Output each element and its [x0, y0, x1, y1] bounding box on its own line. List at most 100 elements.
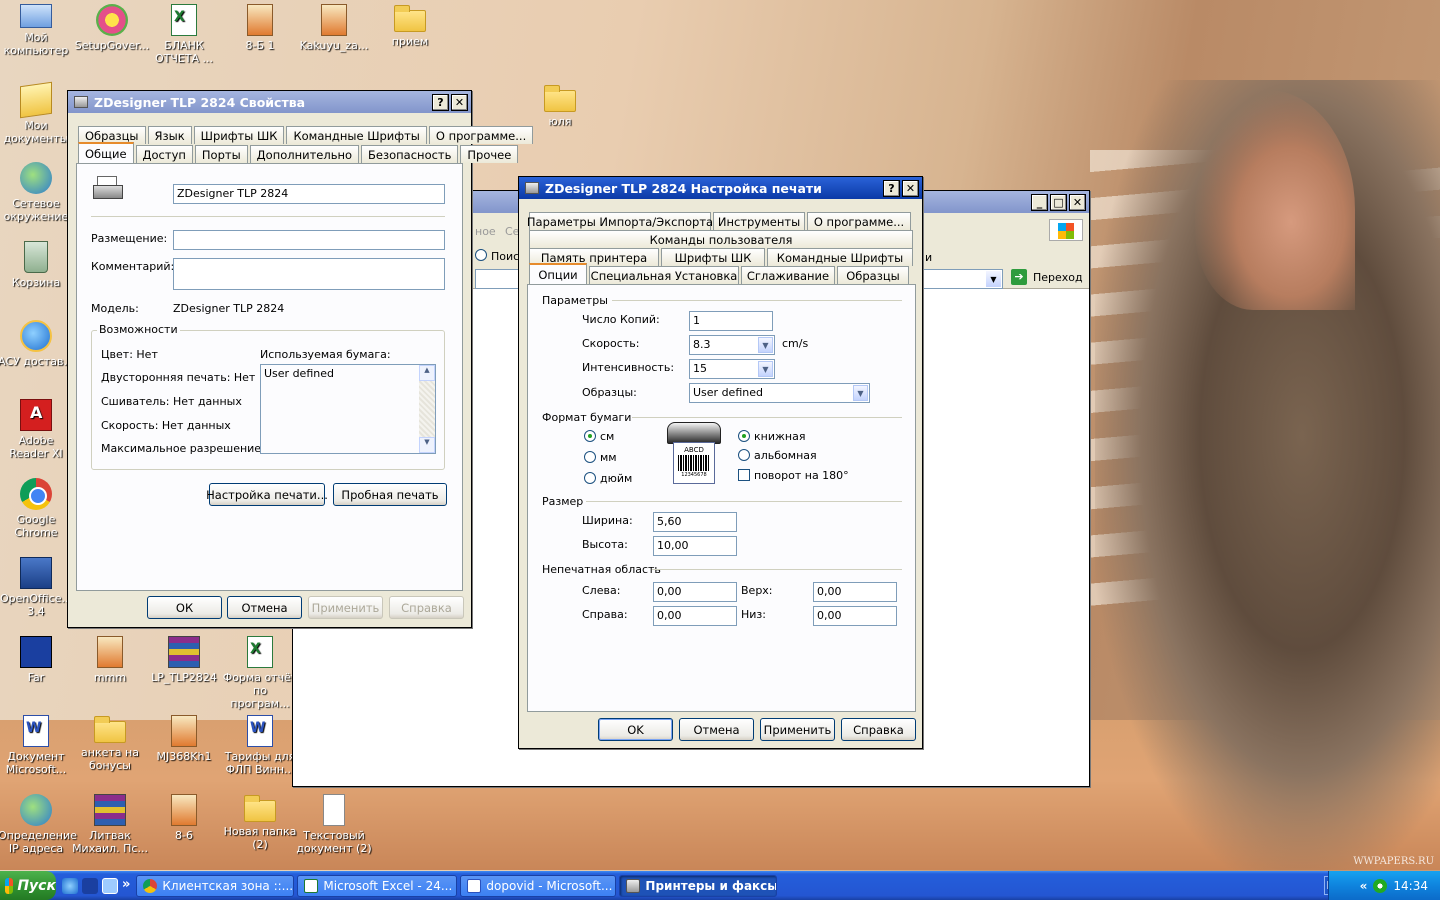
- desktop-icon[interactable]: прием: [372, 4, 448, 48]
- print-test-page-button[interactable]: Пробная печать: [333, 483, 447, 506]
- chevron-down-icon[interactable]: ▼: [853, 385, 868, 401]
- printing-preferences-button[interactable]: Настройка печати...: [206, 483, 328, 506]
- desktop-icon[interactable]: Сетевое окружение: [0, 162, 74, 223]
- search-radio[interactable]: [475, 249, 487, 261]
- portrait-radio[interactable]: [738, 430, 750, 442]
- ok-button[interactable]: ОК: [147, 596, 222, 619]
- desktop-icon[interactable]: LP_TLP2824: [146, 636, 222, 684]
- speed-select[interactable]: 8.3 ▼: [689, 335, 775, 355]
- desktop-icon[interactable]: Документ Microsoft...: [0, 715, 74, 776]
- tab-general[interactable]: Общие: [78, 142, 134, 163]
- printing-preferences-window[interactable]: ZDesigner TLP 2824 Настройка печати ? ✕ …: [518, 176, 923, 749]
- desktop-icon[interactable]: Корзина: [0, 241, 74, 289]
- desktop-icon[interactable]: Определение IP адреса: [0, 794, 77, 855]
- rotate-180-checkbox[interactable]: [738, 469, 750, 481]
- chevron-down-icon[interactable]: ▼: [758, 337, 773, 353]
- apply-button[interactable]: Применить: [308, 596, 383, 619]
- tab-about[interactable]: О программе...: [428, 126, 534, 144]
- ok-button[interactable]: OK: [598, 718, 673, 741]
- tab-command-fonts[interactable]: Командные Шрифты: [767, 248, 913, 266]
- desktop-icon[interactable]: БЛАНК ОТЧЕТА ...: [146, 4, 222, 65]
- desktop-icon[interactable]: Kakuyu_za...: [296, 4, 372, 52]
- desktop-icon[interactable]: MJ368Kh1: [146, 715, 222, 763]
- help-button[interactable]: ?: [432, 93, 449, 111]
- scroll-down-icon[interactable]: ▼: [419, 437, 435, 453]
- desktop-icon[interactable]: 8-Б 1: [222, 4, 298, 52]
- tab-language[interactable]: Язык: [147, 126, 192, 144]
- scroll-up-icon[interactable]: ▲: [419, 365, 435, 381]
- chevron-down-icon[interactable]: ▼: [758, 361, 773, 377]
- desktop-icon[interactable]: Мои документы: [0, 81, 74, 145]
- quicklaunch-chevron[interactable]: »: [122, 877, 130, 894]
- go-button[interactable]: Переход: [1033, 271, 1083, 284]
- listbox-scrollbar[interactable]: ▲ ▼: [419, 365, 435, 453]
- paper-listbox[interactable]: User defined ▲ ▼: [260, 364, 436, 454]
- apply-button[interactable]: Применить: [760, 718, 835, 741]
- tab-smoothing[interactable]: Сглаживание: [741, 266, 835, 284]
- help-footer-button[interactable]: Справка: [841, 718, 916, 741]
- tab-import-export[interactable]: Параметры Импорта/Экспорта: [527, 212, 713, 230]
- tab-sharing[interactable]: Доступ: [135, 145, 193, 163]
- landscape-radio[interactable]: [738, 449, 750, 461]
- desktop-icon[interactable]: Литвак Михаил. Пс...: [72, 794, 148, 855]
- help-footer-button[interactable]: Справка: [389, 596, 464, 619]
- close-button[interactable]: ✕: [451, 93, 468, 111]
- cancel-button[interactable]: Отмена: [227, 596, 302, 619]
- list-item[interactable]: User defined: [264, 367, 334, 380]
- go-arrow-icon[interactable]: ➔: [1011, 269, 1027, 285]
- unit-inch-radio[interactable]: [584, 472, 596, 484]
- tab-tools[interactable]: Инструменты: [713, 212, 805, 230]
- desktop-icon[interactable]: OpenOffice... 3.4: [0, 557, 74, 618]
- top-margin-input[interactable]: 0,00: [813, 582, 897, 602]
- copies-input[interactable]: 1: [689, 311, 773, 331]
- taskbar-item-printers[interactable]: Принтеры и факсы: [619, 874, 778, 897]
- width-input[interactable]: 5,60: [653, 512, 737, 532]
- right-margin-input[interactable]: 0,00: [653, 606, 737, 626]
- desktop-icon[interactable]: анкета на бонусы: [72, 715, 148, 772]
- desktop-icon[interactable]: 8-6: [146, 794, 222, 842]
- tab-options[interactable]: Опции: [529, 263, 587, 284]
- tab-user-commands[interactable]: Команды пользователя: [529, 230, 913, 248]
- desktop-icon[interactable]: Новая папка (2): [222, 794, 298, 851]
- printer-name-input[interactable]: ZDesigner TLP 2824: [173, 184, 445, 204]
- tab-samples[interactable]: Образцы: [837, 266, 909, 284]
- help-button[interactable]: ?: [883, 179, 900, 197]
- desktop-icon[interactable]: Мой компьютер: [0, 4, 74, 57]
- desktop-quicklaunch-icon[interactable]: [102, 877, 118, 894]
- desktop-icon[interactable]: SetupGover...: [74, 4, 150, 52]
- samples-select[interactable]: User defined ▼: [689, 383, 870, 403]
- tab-barcode-fonts[interactable]: Шрифты ШК: [193, 126, 285, 144]
- comment-input[interactable]: [173, 258, 445, 290]
- desktop-icon[interactable]: Adobe Reader XI: [0, 399, 74, 460]
- taskbar-item-excel[interactable]: Microsoft Excel - 24...: [297, 874, 458, 897]
- desktop-icon[interactable]: Форма отчёт по програм...: [222, 636, 298, 710]
- height-input[interactable]: 10,00: [653, 536, 737, 556]
- ie-quicklaunch-icon[interactable]: [62, 877, 78, 894]
- intensity-select[interactable]: 15 ▼: [689, 359, 775, 379]
- start-button[interactable]: Пуск: [0, 871, 56, 900]
- desktop-icon[interactable]: юля: [522, 84, 598, 128]
- tab-special-setup[interactable]: Специальная Установка: [589, 266, 739, 284]
- location-input[interactable]: [173, 230, 445, 250]
- preferences-titlebar[interactable]: ZDesigner TLP 2824 Настройка печати ? ✕: [519, 177, 922, 199]
- desktop-icon[interactable]: Google Chrome: [0, 478, 74, 539]
- close-button[interactable]: ✕: [1069, 193, 1086, 211]
- tab-security[interactable]: Безопасность: [361, 145, 459, 163]
- clock[interactable]: 14:34: [1393, 879, 1428, 893]
- left-margin-input[interactable]: 0,00: [653, 582, 737, 602]
- cancel-button[interactable]: Отмена: [679, 718, 754, 741]
- far-quicklaunch-icon[interactable]: [82, 877, 98, 894]
- desktop-icon[interactable]: Far: [0, 636, 74, 684]
- tray-status-icon[interactable]: [1373, 878, 1388, 893]
- unit-cm-radio[interactable]: [584, 430, 596, 442]
- tab-other[interactable]: Прочее: [460, 145, 519, 163]
- properties-titlebar[interactable]: ZDesigner TLP 2824 Свойства ? ✕: [68, 91, 471, 113]
- tab-advanced[interactable]: Дополнительно: [249, 145, 360, 163]
- taskbar-item-word[interactable]: dopovid - Microsoft...: [460, 874, 617, 897]
- tab-ports[interactable]: Порты: [194, 145, 248, 163]
- desktop-icon[interactable]: Тарифы для ФЛП Винн...: [222, 715, 298, 776]
- desktop-icon[interactable]: Текстовый документ (2): [296, 794, 372, 855]
- tab-barcode-fonts[interactable]: Шрифты ШК: [661, 248, 765, 266]
- desktop-icon[interactable]: mmm: [72, 636, 148, 684]
- bottom-margin-input[interactable]: 0,00: [813, 606, 897, 626]
